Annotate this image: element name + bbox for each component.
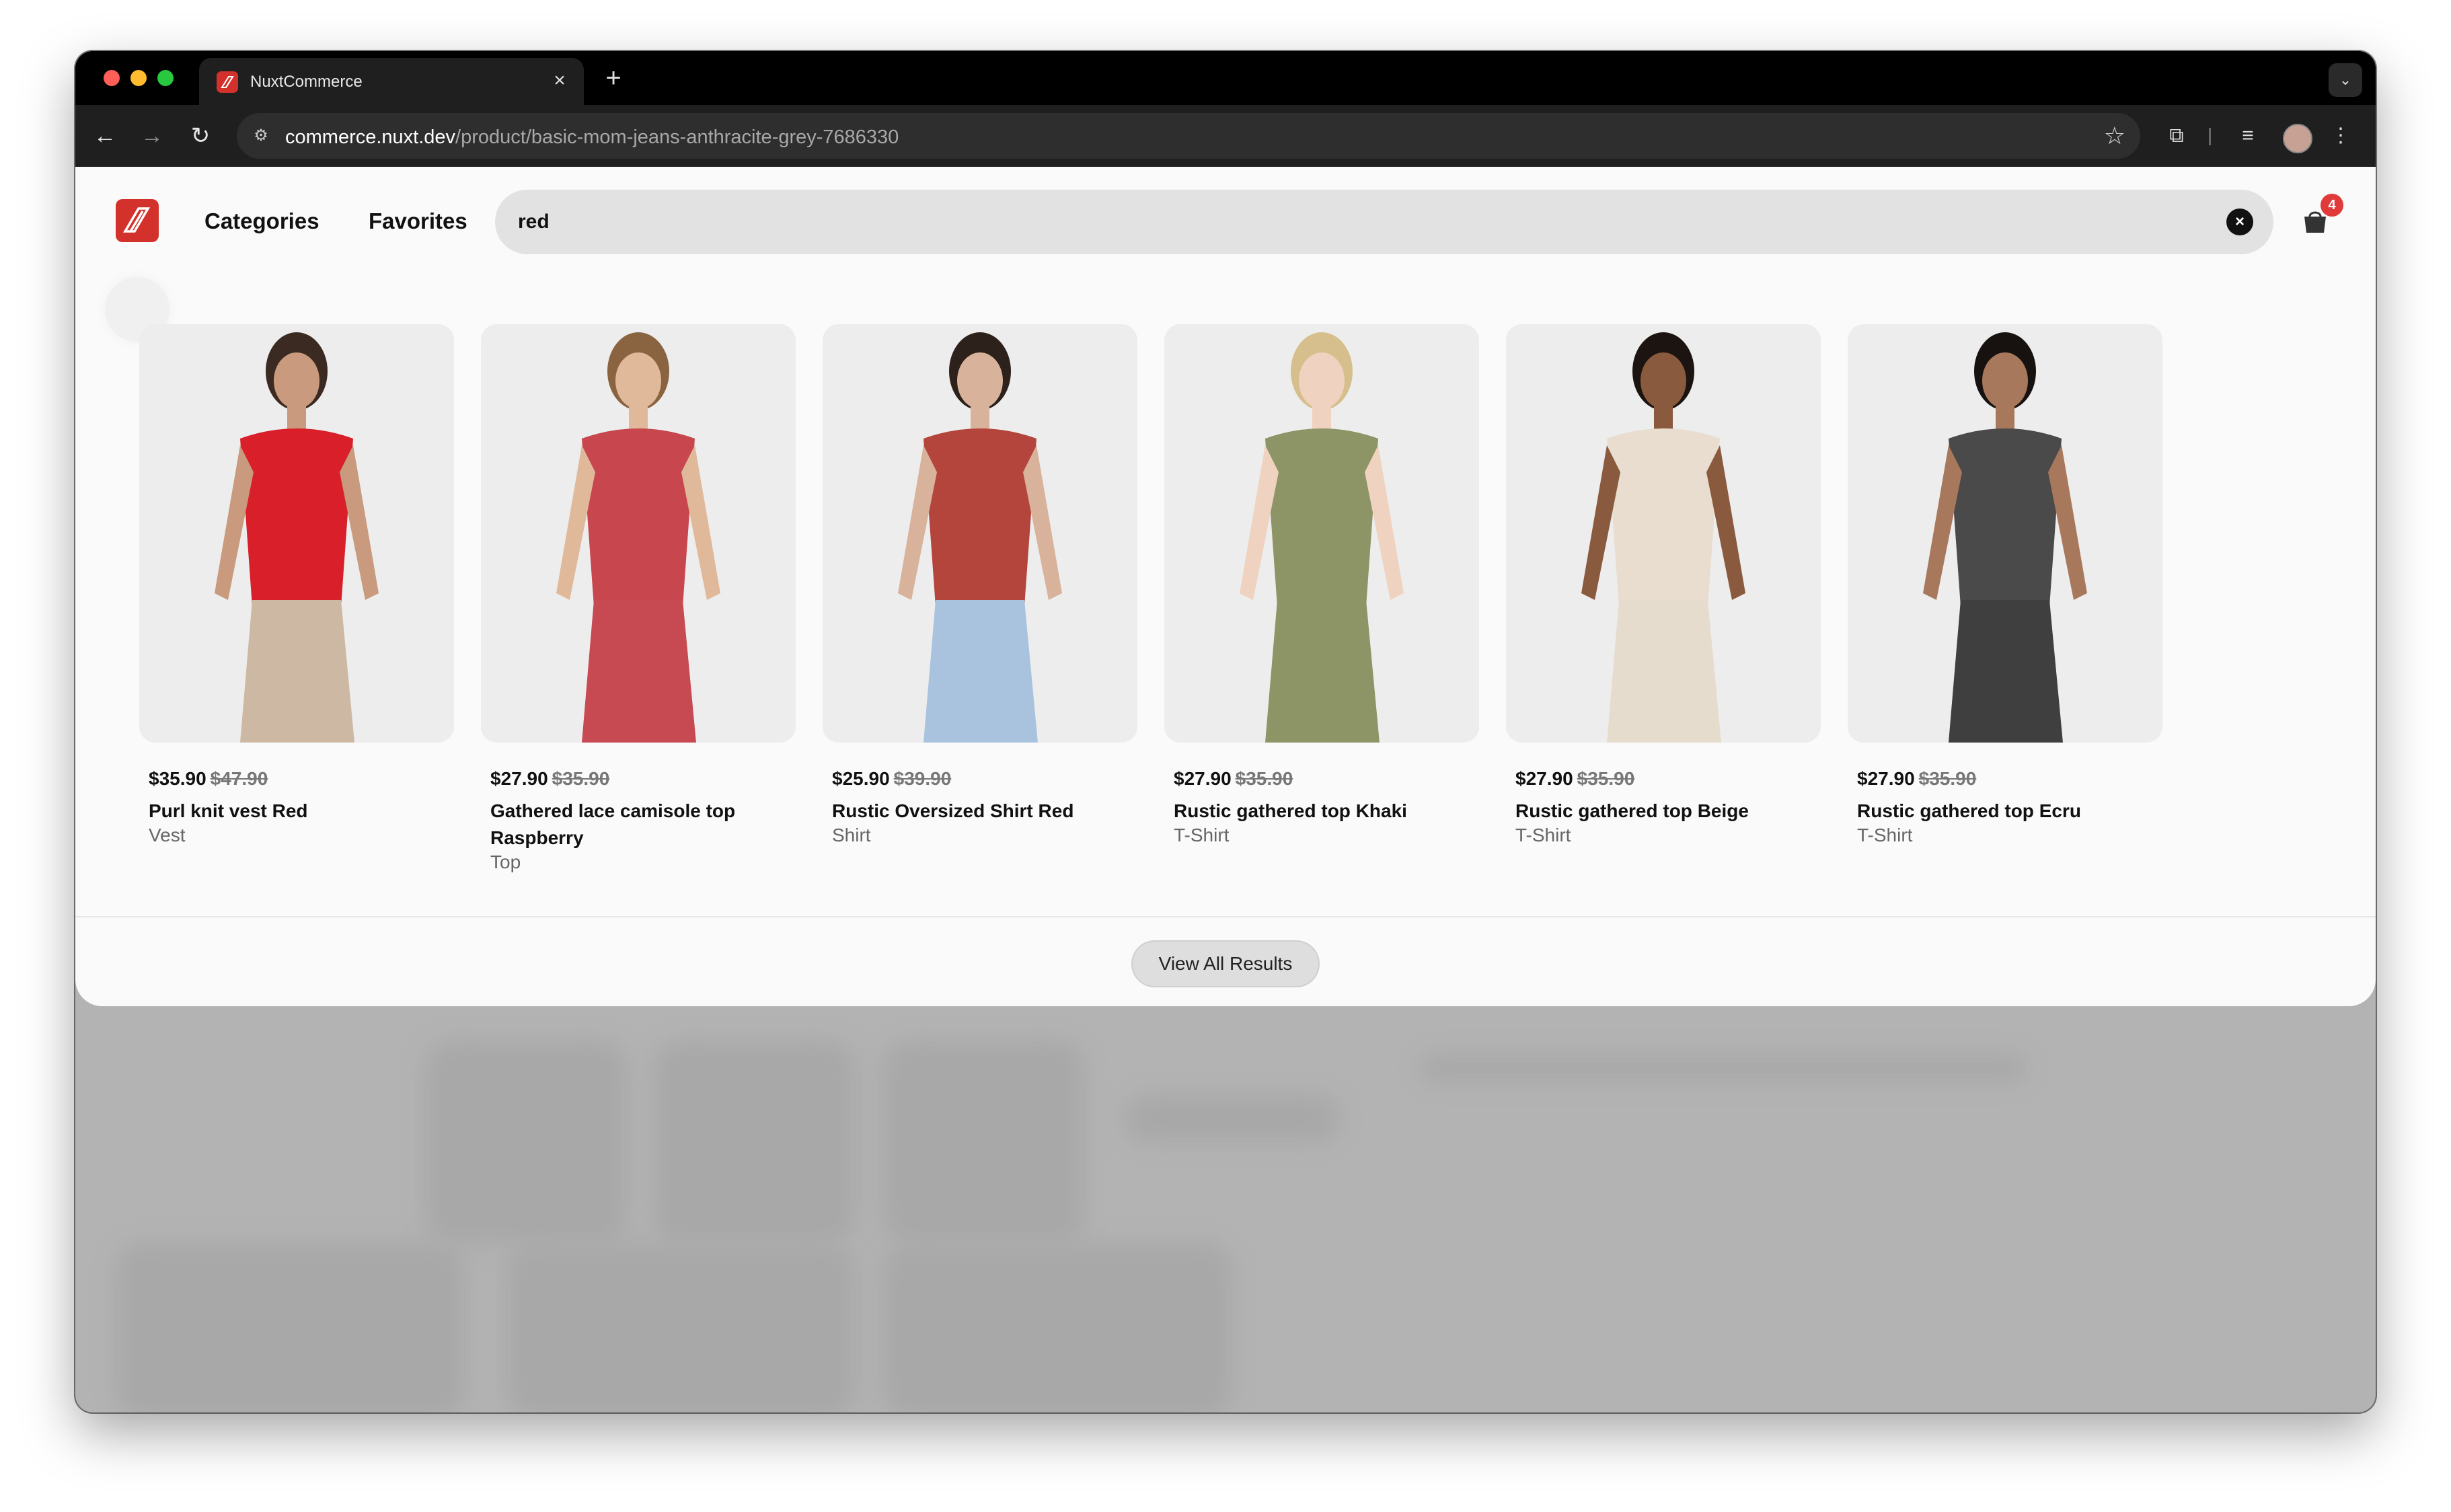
product-image[interactable] bbox=[1164, 324, 1479, 743]
product-category: T-Shirt bbox=[1174, 825, 1230, 845]
blurred-background-shape bbox=[116, 1243, 465, 1412]
product-category: Vest bbox=[149, 825, 186, 845]
cart-count-badge: 4 bbox=[2321, 194, 2343, 217]
url-host: commerce.nuxt.dev bbox=[285, 126, 456, 148]
forward-arrow-icon[interactable]: → bbox=[135, 118, 169, 153]
media-icon[interactable]: ≡ bbox=[2230, 118, 2265, 153]
product-price: $27.90 bbox=[1857, 768, 1915, 789]
price-row: $35.90 $47.90 bbox=[149, 768, 268, 790]
product-old-price: $35.90 bbox=[1918, 768, 1977, 789]
product-image[interactable] bbox=[481, 324, 796, 743]
product-name[interactable]: Rustic gathered top Khaki bbox=[1174, 798, 1470, 825]
blurred-background-shape bbox=[1125, 1095, 1340, 1142]
page-viewport: Categories Favorites × 4 $35.90$47.90Pur… bbox=[75, 167, 2376, 1412]
price-row: $27.90 $35.90 bbox=[490, 768, 609, 790]
product-old-price: $47.90 bbox=[210, 768, 268, 789]
product-price: $25.90 bbox=[832, 768, 890, 789]
chevron-down-icon[interactable]: ⌄ bbox=[2329, 63, 2362, 97]
product-category: T-Shirt bbox=[1857, 825, 1913, 845]
product-old-price: $35.90 bbox=[1577, 768, 1635, 789]
search-input[interactable] bbox=[518, 207, 2199, 237]
logo-icon[interactable] bbox=[116, 199, 159, 242]
address-bar[interactable]: ⚙ commerce.nuxt.dev/product/basic-mom-je… bbox=[237, 113, 2140, 159]
close-icon[interactable]: × bbox=[546, 67, 573, 94]
price-row: $27.90 $35.90 bbox=[1515, 768, 1634, 790]
product-image[interactable] bbox=[1506, 324, 1821, 743]
reload-icon[interactable]: ↻ bbox=[183, 118, 218, 153]
blurred-background-shape bbox=[1421, 1055, 2026, 1082]
tab-title: NuxtCommerce bbox=[250, 73, 363, 91]
zoom-window-button[interactable] bbox=[157, 70, 174, 86]
price-row: $25.90 $39.90 bbox=[832, 768, 951, 790]
product-old-price: $35.90 bbox=[552, 768, 610, 789]
site-info-icon[interactable]: ⚙ bbox=[249, 124, 273, 148]
price-row: $27.90 $35.90 bbox=[1857, 768, 1976, 790]
browser-window: NuxtCommerce × + ⌄ ← → ↻ ⚙ commerce.nuxt… bbox=[75, 51, 2376, 1412]
product-category: T-Shirt bbox=[1515, 825, 1571, 845]
minimize-window-button[interactable] bbox=[130, 70, 147, 86]
product-name[interactable]: Rustic gathered top Beige bbox=[1515, 798, 1811, 825]
product-category: Shirt bbox=[832, 825, 871, 845]
url-path: /product/basic-mom-jeans-anthracite-grey… bbox=[455, 126, 899, 148]
product-category: Top bbox=[490, 852, 521, 872]
view-all-results-button[interactable]: View All Results bbox=[1131, 940, 1320, 987]
clear-icon[interactable]: × bbox=[2226, 209, 2253, 235]
browser-tab[interactable]: NuxtCommerce × bbox=[199, 58, 584, 105]
product-image[interactable] bbox=[1848, 324, 2162, 743]
product-price: $35.90 bbox=[149, 768, 206, 789]
tab-strip: NuxtCommerce × + ⌄ bbox=[75, 51, 2376, 105]
product-old-price: $39.90 bbox=[893, 768, 952, 789]
product-image[interactable] bbox=[823, 324, 1137, 743]
product-price: $27.90 bbox=[1515, 768, 1573, 789]
toolbar-separator bbox=[2209, 128, 2211, 145]
product-name[interactable]: Gathered lace camisole top Raspberry bbox=[490, 798, 786, 852]
product-price: $27.90 bbox=[490, 768, 548, 789]
browser-toolbar: ← → ↻ ⚙ commerce.nuxt.dev/product/basic-… bbox=[75, 105, 2376, 167]
price-row: $27.90 $35.90 bbox=[1174, 768, 1293, 790]
close-window-button[interactable] bbox=[104, 70, 120, 86]
product-name[interactable]: Rustic gathered top Ecru bbox=[1857, 798, 2153, 825]
blurred-background-shape bbox=[882, 1243, 1232, 1412]
product-price: $27.90 bbox=[1174, 768, 1232, 789]
product-name[interactable]: Purl knit vest Red bbox=[149, 798, 445, 825]
kebab-menu-icon[interactable]: ⋮ bbox=[2323, 118, 2358, 153]
blurred-background-shape bbox=[506, 1243, 856, 1412]
product-image[interactable] bbox=[139, 324, 454, 743]
product-name[interactable]: Rustic Oversized Shirt Red bbox=[832, 798, 1128, 825]
search-bar[interactable]: × bbox=[495, 190, 2273, 254]
blurred-background-shape bbox=[425, 1041, 627, 1243]
nav-categories[interactable]: Categories bbox=[204, 209, 319, 234]
favicon-icon bbox=[217, 71, 238, 93]
search-results-panel: Categories Favorites × 4 $35.90$47.90Pur… bbox=[75, 167, 2376, 1006]
url-text[interactable]: commerce.nuxt.dev/product/basic-mom-jean… bbox=[285, 126, 899, 149]
star-icon[interactable]: ☆ bbox=[2104, 122, 2125, 149]
back-arrow-icon[interactable]: ← bbox=[87, 118, 122, 153]
plus-icon[interactable]: + bbox=[599, 63, 628, 93]
avatar[interactable] bbox=[2283, 124, 2312, 153]
blurred-background-shape bbox=[654, 1041, 856, 1243]
nav-favorites[interactable]: Favorites bbox=[369, 209, 467, 234]
divider bbox=[75, 916, 2376, 917]
extensions-icon[interactable]: ⧉ bbox=[2159, 118, 2194, 153]
product-old-price: $35.90 bbox=[1235, 768, 1293, 789]
blurred-background-shape bbox=[882, 1041, 1084, 1243]
